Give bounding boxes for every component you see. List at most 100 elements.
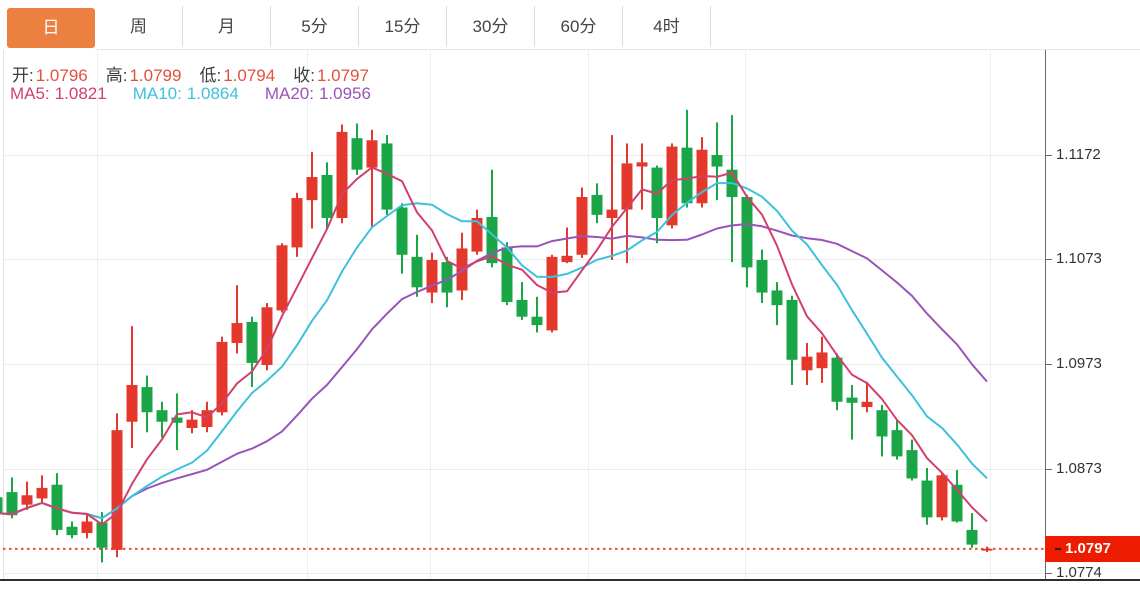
candle-body <box>412 257 423 287</box>
low-value: 1.0794 <box>223 66 275 85</box>
candle-body <box>832 358 843 402</box>
ma5-value: 1.0821 <box>55 84 107 103</box>
candle-wick <box>236 285 238 353</box>
candle-wick <box>851 385 853 440</box>
ma5-label: MA5: <box>10 84 50 103</box>
candle-body <box>517 300 528 317</box>
y-axis-label: 1.0873 <box>1056 460 1102 477</box>
tab-60min[interactable]: 60分 <box>535 6 623 47</box>
tab-15min[interactable]: 15分 <box>359 6 447 47</box>
candle-body <box>982 549 993 551</box>
ma5-readout: MA5: 1.0821 <box>10 84 107 104</box>
candle-body <box>127 385 138 422</box>
candle-body <box>892 430 903 456</box>
tab-week[interactable]: 周 <box>95 6 183 47</box>
y-axis-tick <box>1045 155 1052 156</box>
candle-body <box>772 290 783 305</box>
candle-body <box>232 323 243 343</box>
candle-body <box>307 177 318 200</box>
candle-body <box>967 530 978 545</box>
candle-body <box>682 148 693 204</box>
y-axis-tick <box>1045 469 1052 470</box>
candle-body <box>937 475 948 517</box>
candle-body <box>757 260 768 293</box>
high-label: 高: <box>106 66 128 85</box>
candle-body <box>532 317 543 325</box>
y-axis-tick <box>1045 573 1052 574</box>
low-label: 低: <box>199 66 221 85</box>
ma-legend: MA5: 1.0821 MA10: 1.0864 MA20: 1.0956 <box>10 84 371 104</box>
candle-body <box>22 495 33 504</box>
candle-body <box>637 162 648 166</box>
candle-body <box>592 195 603 215</box>
ma20-readout: MA20: 1.0956 <box>265 84 371 104</box>
candle-body <box>367 140 378 167</box>
ma10-value: 1.0864 <box>187 84 239 103</box>
candle-body <box>742 197 753 267</box>
candle-wick <box>536 297 538 333</box>
ohlc-legend: 开:1.0796 高:1.0799 低:1.0794 收:1.0797 <box>12 61 369 86</box>
close-label: 收: <box>293 66 315 85</box>
price-tag-value: 1.0797 <box>1065 540 1111 557</box>
page: 日周月5分15分30分60分4时 开:1.0796 高:1.0799 低:1.0… <box>0 0 1140 590</box>
y-axis-tick <box>1045 364 1052 365</box>
candle-wick <box>641 143 643 209</box>
candle-body <box>922 481 933 518</box>
ma20-label: MA20: <box>265 84 314 103</box>
y-axis-label: 1.1172 <box>1056 146 1101 163</box>
candle-body <box>157 410 168 422</box>
candle-body <box>502 247 513 302</box>
candle-body <box>82 522 93 534</box>
close-readout: 收:1.0797 <box>293 61 369 86</box>
candle-body <box>877 410 888 436</box>
ma10-label: MA10: <box>133 84 182 103</box>
candle-body <box>847 398 858 403</box>
tab-day[interactable]: 日 <box>7 8 95 48</box>
candle-body <box>607 210 618 218</box>
candle-body <box>277 245 288 310</box>
candle-body <box>0 497 3 513</box>
candle-body <box>292 198 303 247</box>
candle-body <box>322 175 333 218</box>
candle-body <box>862 402 873 407</box>
candle-body <box>247 322 258 363</box>
candle-body <box>817 352 828 368</box>
tab-4hour[interactable]: 4时 <box>623 6 711 47</box>
candle-body <box>67 527 78 535</box>
candle-body <box>562 256 573 262</box>
candle-body <box>577 197 588 255</box>
candle-wick <box>611 135 613 260</box>
y-axis-label: 1.0774 <box>1056 564 1102 581</box>
candle-body <box>97 523 108 548</box>
open-value: 1.0796 <box>36 66 88 85</box>
high-value: 1.0799 <box>129 66 181 85</box>
candle-wick <box>866 382 868 412</box>
current-price-tag: 1.0797 <box>1045 536 1140 562</box>
candle-body <box>142 387 153 412</box>
tab-bar-border <box>95 49 1140 50</box>
open-label: 开: <box>12 66 34 85</box>
ma20-value: 1.0956 <box>319 84 371 103</box>
candle-body <box>787 300 798 360</box>
candle-body <box>667 147 678 226</box>
chart-bottom-border <box>0 579 1140 581</box>
high-readout: 高:1.0799 <box>106 61 182 86</box>
close-value: 1.0797 <box>317 66 369 85</box>
candle-body <box>397 208 408 255</box>
candle-body <box>37 488 48 499</box>
candle-body <box>352 138 363 170</box>
candle-body <box>712 155 723 167</box>
price-tag-tick <box>1055 548 1061 550</box>
low-readout: 低:1.0794 <box>199 61 275 86</box>
candle-body <box>187 420 198 428</box>
candle-body <box>472 218 483 252</box>
open-readout: 开:1.0796 <box>12 61 88 86</box>
candle-body <box>907 450 918 478</box>
y-axis-label: 1.1073 <box>1056 250 1102 267</box>
candle-body <box>802 357 813 371</box>
ma10-readout: MA10: 1.0864 <box>133 84 239 104</box>
y-axis-tick <box>1045 259 1052 260</box>
tab-5min[interactable]: 5分 <box>271 6 359 47</box>
tab-month[interactable]: 月 <box>183 6 271 47</box>
tab-30min[interactable]: 30分 <box>447 6 535 47</box>
